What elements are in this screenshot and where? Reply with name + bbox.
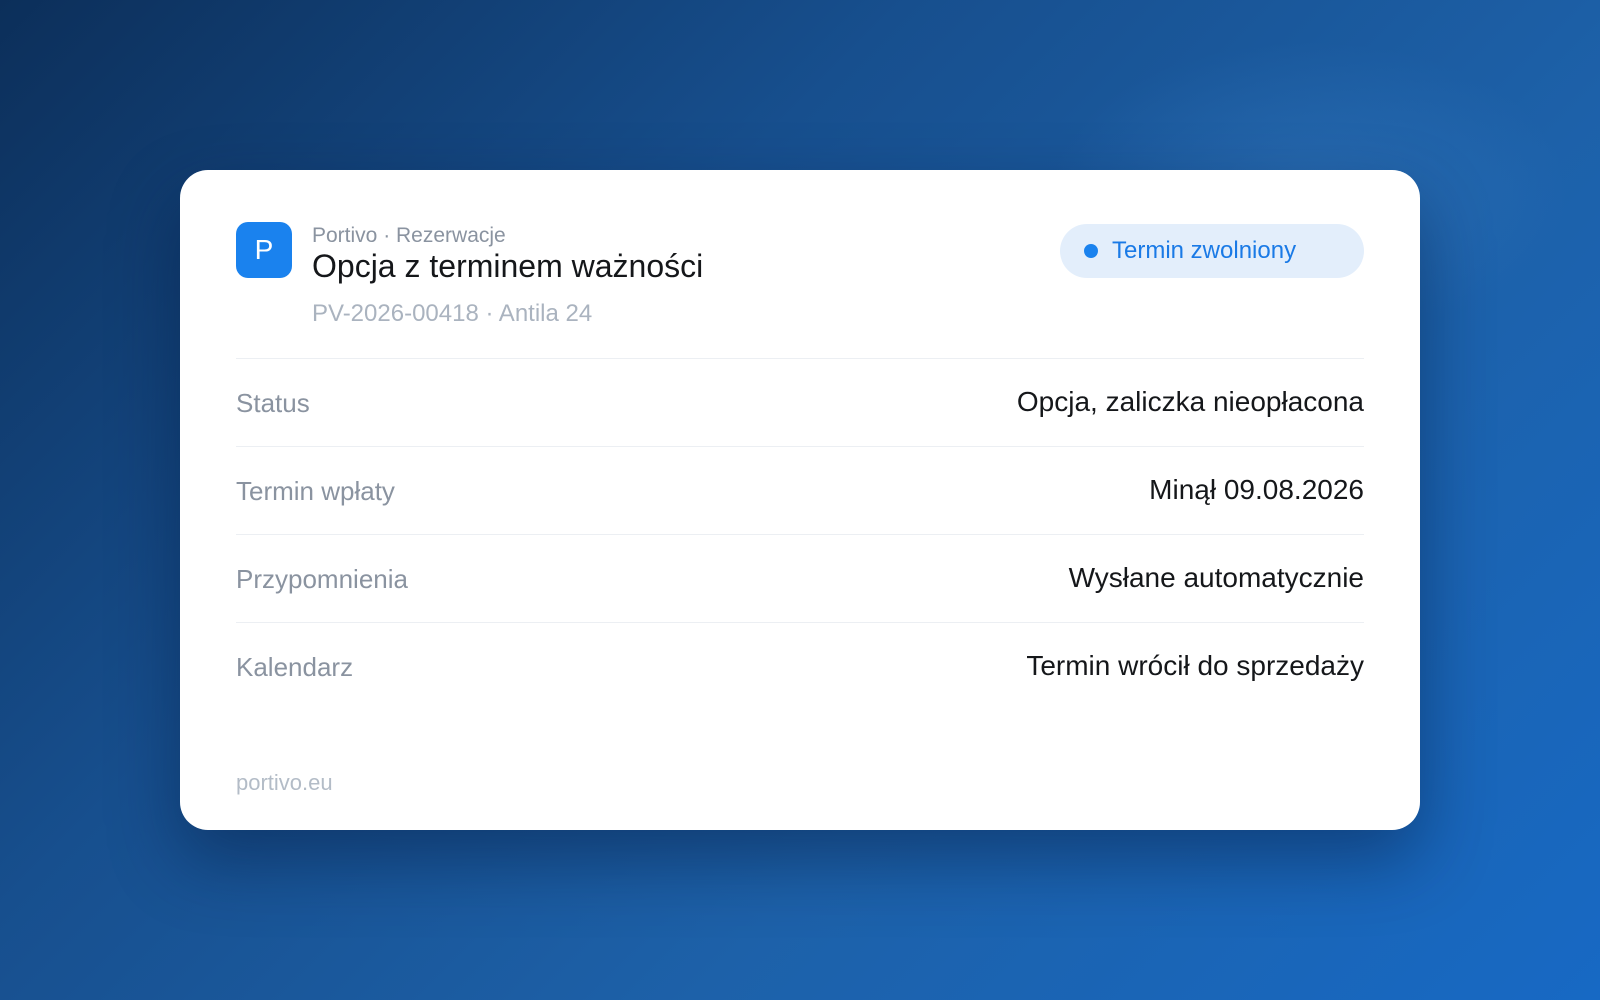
page-title: Opcja z terminem ważności — [312, 248, 704, 284]
status-badge: Termin zwolniony — [1060, 224, 1364, 278]
breadcrumb: Portivo · Rezerwacje — [312, 224, 506, 247]
detail-value: Termin wrócił do sprzedaży — [1026, 650, 1364, 681]
reservation-reference: PV-2026-00418 · Antila 24 — [312, 300, 593, 327]
detail-value: Wysłane automatycznie — [1068, 562, 1364, 593]
detail-value: Opcja, zaliczka nieopłacona — [1016, 386, 1364, 417]
detail-row-status: Status Opcja, zaliczka nieopłacona — [236, 359, 1364, 447]
card-header: P Portivo · Rezerwacje Opcja z terminem … — [236, 222, 1364, 332]
details-list: Status Opcja, zaliczka nieopłacona Termi… — [236, 359, 1364, 710]
detail-row-calendar: Kalendarz Termin wrócił do sprzedaży — [236, 623, 1364, 710]
footer-domain: portivo.eu — [236, 770, 333, 795]
detail-label: Status — [236, 388, 310, 418]
status-dot-icon — [1084, 244, 1098, 258]
detail-value: Minął 09.08.2026 — [1149, 474, 1364, 505]
detail-row-payment-deadline: Termin wpłaty Minął 09.08.2026 — [236, 447, 1364, 535]
status-badge-label: Termin zwolniony — [1112, 237, 1297, 264]
detail-row-reminders: Przypomnienia Wysłane automatycznie — [236, 535, 1364, 623]
app-logo-icon: P — [236, 222, 292, 278]
detail-label: Termin wpłaty — [236, 476, 395, 506]
detail-label: Przypomnienia — [236, 564, 408, 594]
detail-label: Kalendarz — [236, 652, 354, 682]
reservation-card: P Portivo · Rezerwacje Opcja z terminem … — [180, 170, 1420, 830]
title-block: Portivo · Rezerwacje Opcja z terminem wa… — [312, 222, 703, 328]
